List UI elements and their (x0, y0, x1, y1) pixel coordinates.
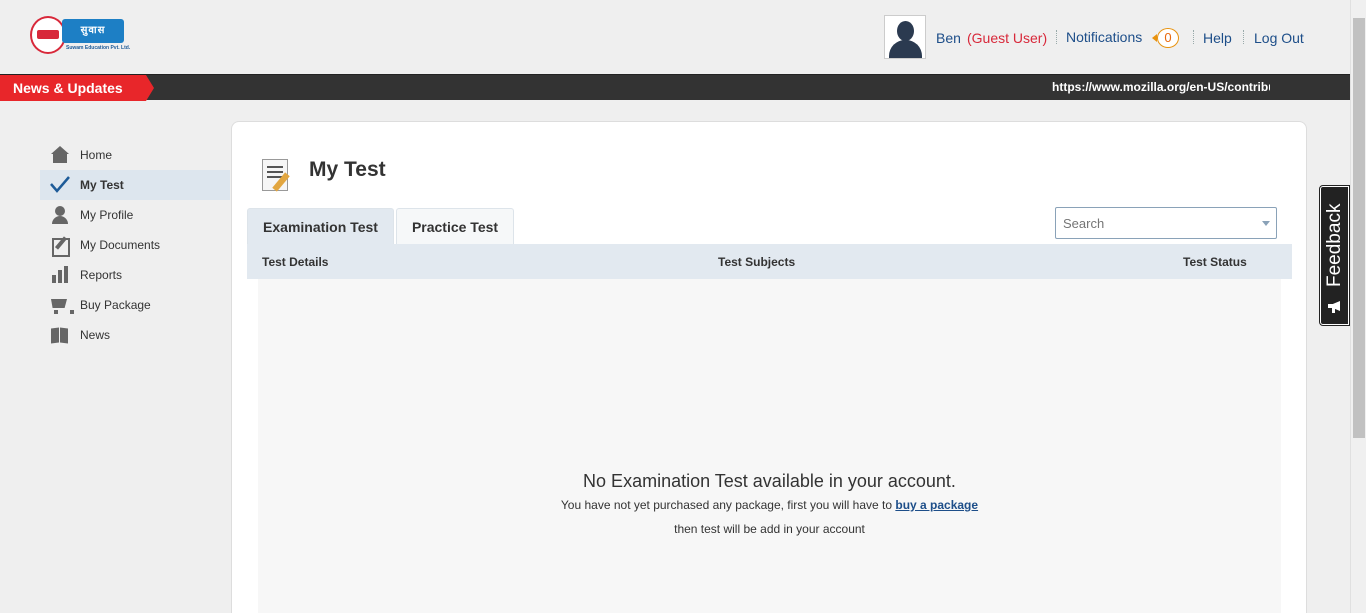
sidebar-item-label: Home (80, 148, 113, 162)
sidebar-item-my-profile[interactable]: My Profile (40, 200, 230, 230)
divider (1193, 30, 1194, 44)
sidebar-item-reports[interactable]: Reports (40, 260, 230, 290)
empty-state-text: You have not yet purchased any package, … (560, 498, 893, 512)
page-title: My Test (309, 158, 386, 181)
sidebar-item-label: Buy Package (80, 298, 151, 312)
sidebar-item-home[interactable]: Home (40, 140, 230, 170)
empty-state-title: No Examination Test available in your ac… (583, 471, 956, 491)
empty-state-note: then test will be add in your account (674, 522, 865, 536)
buy-package-link[interactable]: buy a package (895, 498, 978, 512)
avatar-head (897, 21, 914, 41)
user-icon (50, 205, 70, 225)
user-role: (Guest User) (967, 30, 1048, 46)
bar-chart-icon (50, 265, 70, 285)
edit-document-icon (50, 235, 70, 257)
sidebar-item-buy-package[interactable]: Buy Package (40, 290, 230, 320)
logout-link[interactable]: Log Out (1254, 30, 1304, 46)
sidebar-item-label: My Documents (80, 238, 161, 252)
empty-state-message: You have not yet purchased any package, … (258, 498, 1281, 512)
logo-word: सुवास (62, 19, 124, 43)
column-header-test-details[interactable]: Test Details (262, 255, 328, 269)
logo-emblem-icon (30, 16, 66, 54)
notifications-link[interactable]: Notifications (1066, 29, 1142, 45)
avatar[interactable] (884, 15, 926, 59)
user-name[interactable]: Ben (936, 30, 961, 46)
help-link[interactable]: Help (1203, 30, 1232, 46)
divider (1056, 30, 1057, 44)
notification-count-badge[interactable]: 0 (1152, 28, 1179, 48)
news-bar: News & Updates https://www.mozilla.org/e… (0, 74, 1350, 101)
sidebar-item-label: Reports (80, 268, 123, 282)
logo-subtitle: Suwam Education Pvt. Ltd. (66, 45, 131, 51)
cart-icon (50, 295, 74, 315)
feedback-tab[interactable]: Feedback (1319, 185, 1350, 326)
checkmark-icon (50, 175, 70, 195)
column-header-test-subjects[interactable]: Test Subjects (718, 255, 795, 269)
divider (1243, 30, 1244, 44)
logo[interactable]: सुवास Suwam Education Pvt. Ltd. (30, 14, 130, 60)
sidebar-item-my-documents[interactable]: My Documents (40, 230, 230, 260)
sidebar-item-my-test[interactable]: My Test (40, 170, 230, 200)
feedback-label: Feedback (1324, 203, 1345, 287)
avatar-shoulders (889, 40, 922, 58)
table-body: No Examination Test available in your ac… (258, 279, 1281, 613)
chevron-down-icon[interactable] (1262, 221, 1270, 226)
sidebar-item-label: My Test (80, 178, 124, 192)
test-document-icon (260, 156, 294, 194)
sidebar-item-label: My Profile (80, 208, 134, 222)
column-header-test-status[interactable]: Test Status (1183, 255, 1247, 269)
sidebar-item-news[interactable]: News (40, 320, 230, 350)
tab-practice-test[interactable]: Practice Test (396, 208, 514, 245)
home-icon (50, 145, 70, 165)
megaphone-icon (1328, 299, 1343, 313)
book-icon (50, 325, 70, 345)
main-panel: My Test Examination Test Practice Test T… (231, 121, 1307, 613)
news-updates-label: News & Updates (0, 75, 154, 101)
table-header: Test Details Test Subjects Test Status (247, 244, 1292, 279)
search-input[interactable] (1056, 208, 1246, 238)
header: सुवास Suwam Education Pvt. Ltd. Ben (Gue… (0, 0, 1350, 74)
page-scrollbar[interactable] (1350, 0, 1366, 613)
sidebar: Home My Test My Profile My Documents Rep… (40, 140, 230, 350)
tab-examination-test[interactable]: Examination Test (247, 208, 394, 245)
sidebar-item-label: News (80, 328, 111, 342)
scrollbar-thumb[interactable] (1353, 18, 1365, 438)
search-box[interactable] (1055, 207, 1277, 239)
news-ticker[interactable]: https://www.mozilla.org/en-US/contribute… (1052, 75, 1270, 101)
